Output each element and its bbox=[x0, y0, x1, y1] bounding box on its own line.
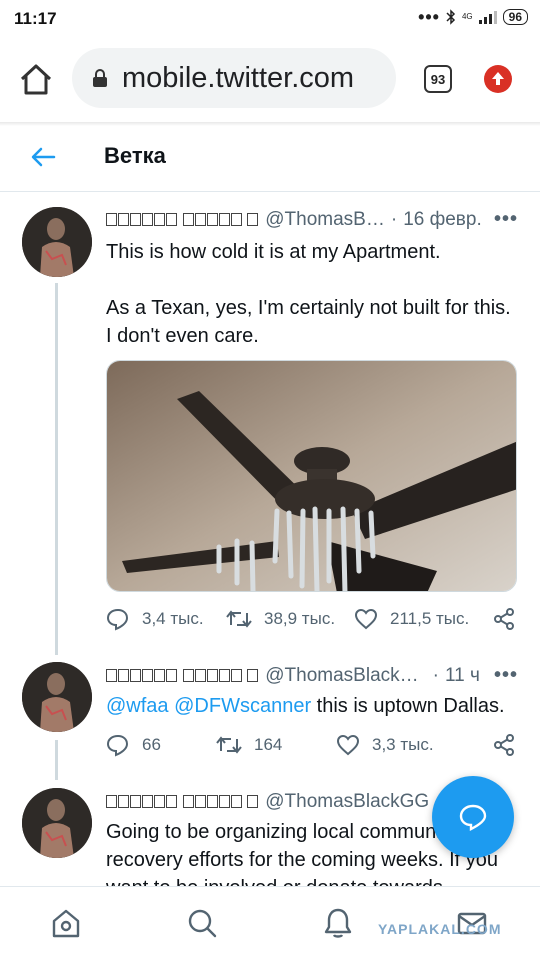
home-nav-icon[interactable] bbox=[50, 907, 82, 939]
watermark: YAPLAKAL.COM bbox=[378, 921, 502, 937]
compose-button[interactable] bbox=[432, 776, 514, 858]
chat-bubble-icon bbox=[459, 804, 487, 831]
bottom-navigation: YAPLAKAL.COM bbox=[0, 886, 540, 960]
tweet-header: @ThomasBlackGG · bbox=[106, 791, 462, 813]
handle[interactable]: @ThomasBlackGG bbox=[265, 791, 429, 813]
avatar[interactable] bbox=[22, 788, 92, 858]
display-name[interactable] bbox=[106, 795, 259, 810]
tweet-3[interactable]: @ThomasBlackGG · Going to be organizing … bbox=[0, 0, 540, 886]
notifications-nav-icon[interactable] bbox=[322, 907, 354, 939]
search-nav-icon[interactable] bbox=[186, 907, 218, 939]
